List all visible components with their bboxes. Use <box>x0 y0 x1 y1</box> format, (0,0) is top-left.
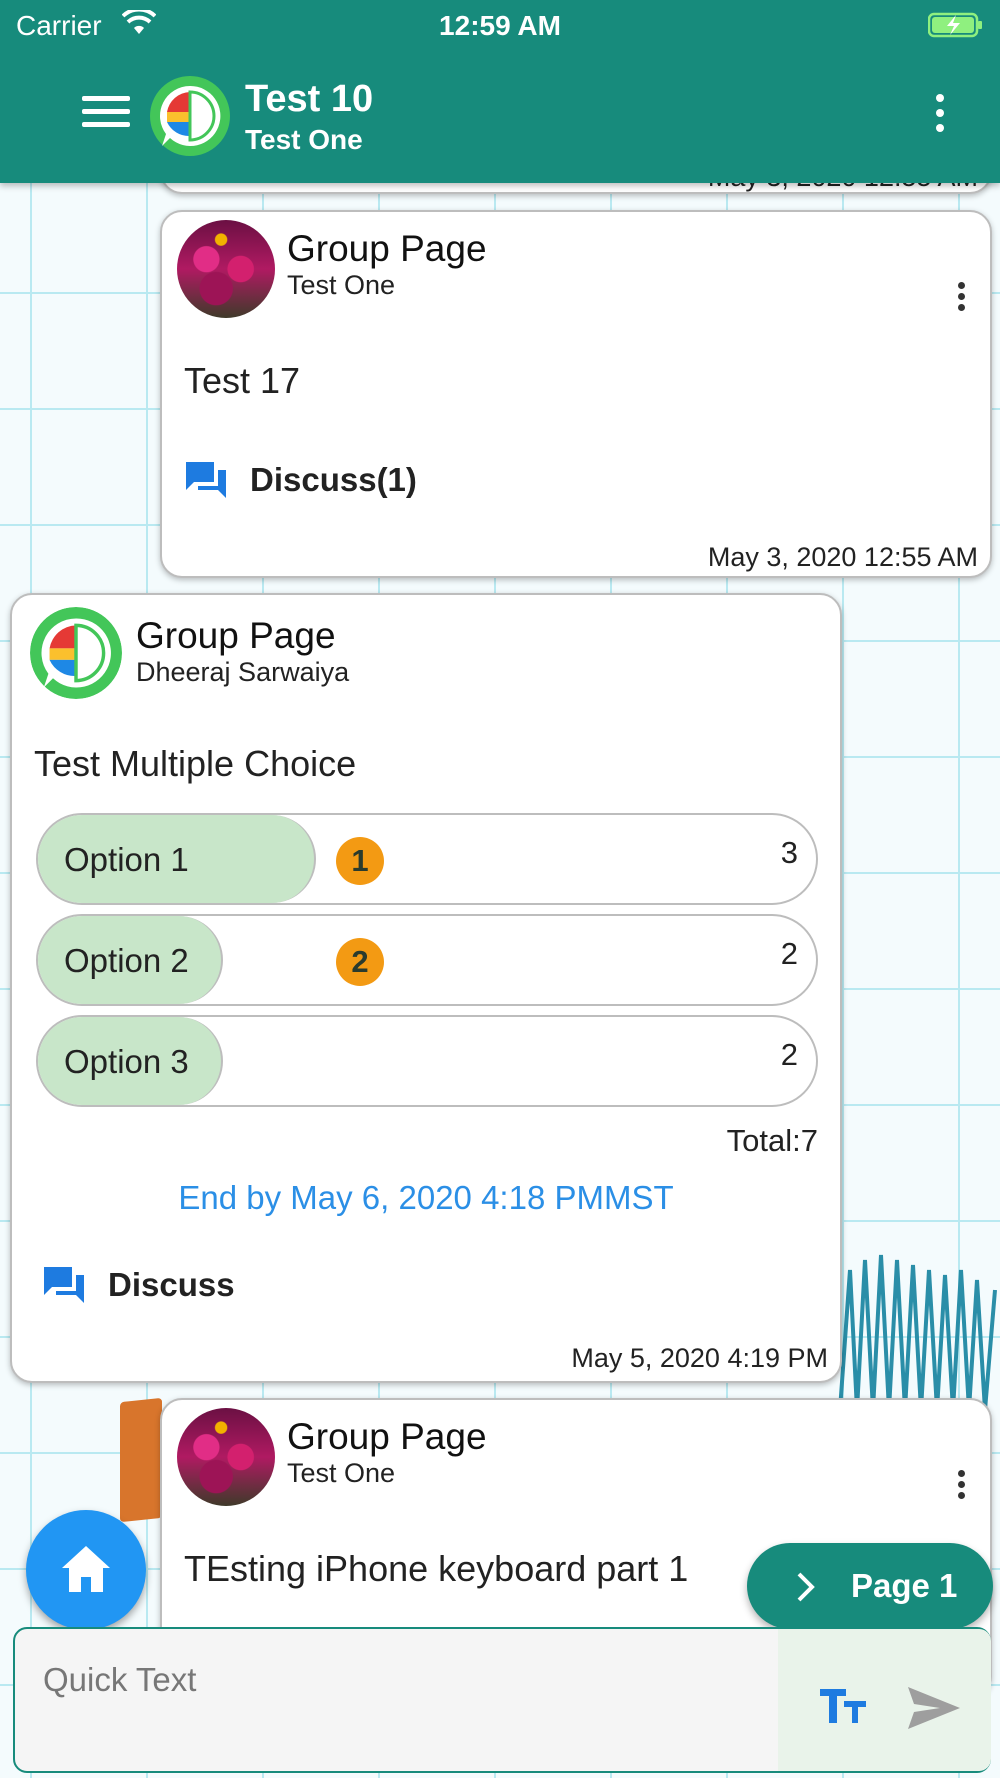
post-text: TEsting iPhone keyboard part 1 <box>184 1548 689 1589</box>
rank-badge: 1 <box>336 837 384 885</box>
discuss-button[interactable]: Discuss <box>42 1265 235 1305</box>
forum-icon <box>44 1267 84 1303</box>
poll-vote-count: 3 <box>780 835 798 870</box>
post-card: Group Page Test One Test 17 Discuss(1) M… <box>160 210 992 578</box>
page-title: Test 10 <box>245 78 374 120</box>
page-subtitle: Test One <box>245 124 363 155</box>
post-text: Test 17 <box>184 360 301 401</box>
app-logo-icon <box>150 76 230 156</box>
discuss-label: Discuss <box>108 1266 235 1303</box>
rank-badge: 2 <box>336 938 384 986</box>
page-button[interactable]: Page 1 <box>747 1543 993 1629</box>
group-name[interactable]: Group Page <box>287 228 487 270</box>
quick-text-bar <box>13 1627 991 1773</box>
group-name[interactable]: Group Page <box>287 1416 487 1458</box>
background-decoration <box>120 1397 162 1523</box>
chevron-right-icon <box>797 1572 815 1602</box>
poll-option[interactable]: Option 1 1 3 <box>36 813 818 905</box>
more-options-icon[interactable] <box>930 94 950 140</box>
forum-icon <box>186 462 226 498</box>
avatar[interactable] <box>177 1408 275 1506</box>
hamburger-menu-icon[interactable] <box>82 96 130 132</box>
poll-question: Test Multiple Choice <box>34 743 357 784</box>
quick-text-input[interactable] <box>15 1629 778 1771</box>
background-scribble <box>838 1254 997 1411</box>
group-logo-avatar[interactable] <box>30 607 122 699</box>
post-more-icon[interactable] <box>951 1470 971 1510</box>
poll-vote-count: 2 <box>780 1037 798 1072</box>
discuss-button[interactable]: Discuss(1) <box>184 460 417 500</box>
author-name: Test One <box>287 1458 396 1488</box>
poll-post-card: Group Page Dheeraj Sarwaiya Test Multipl… <box>10 593 842 1383</box>
text-size-icon[interactable] <box>818 1685 868 1725</box>
poll-option-label: Option 3 <box>64 1043 189 1080</box>
discuss-label: Discuss(1) <box>250 461 417 498</box>
poll-total: Total:7 <box>726 1123 818 1158</box>
poll-option[interactable]: Option 3 2 <box>36 1015 818 1107</box>
poll-vote-count: 2 <box>780 936 798 971</box>
avatar[interactable] <box>177 220 275 318</box>
app-header: Carrier 12:59 AM Test 10 Test One <box>0 0 1000 183</box>
post-more-icon[interactable] <box>951 282 971 322</box>
page-button-label: Page 1 <box>851 1567 958 1604</box>
battery-charging-icon <box>928 12 982 38</box>
group-name[interactable]: Group Page <box>136 615 336 657</box>
author-name: Dheeraj Sarwaiya <box>136 657 350 687</box>
send-icon[interactable] <box>906 1685 962 1731</box>
poll-option-label: Option 2 <box>64 942 189 979</box>
home-button[interactable] <box>26 1510 146 1630</box>
home-icon <box>62 1546 110 1592</box>
quick-text-tools <box>778 1629 991 1771</box>
poll-option[interactable]: Option 2 2 2 <box>36 914 818 1006</box>
poll-end-date: End by May 6, 2020 4:18 PMMST <box>178 1179 674 1216</box>
author-name: Test One <box>287 270 396 300</box>
status-bar: Carrier 12:59 AM <box>0 0 1000 50</box>
poll-option-label: Option 1 <box>64 841 189 878</box>
post-timestamp: May 3, 2020 12:55 AM <box>707 542 978 572</box>
clock: 12:59 AM <box>439 10 561 41</box>
post-timestamp: May 5, 2020 4:19 PM <box>571 1343 828 1373</box>
